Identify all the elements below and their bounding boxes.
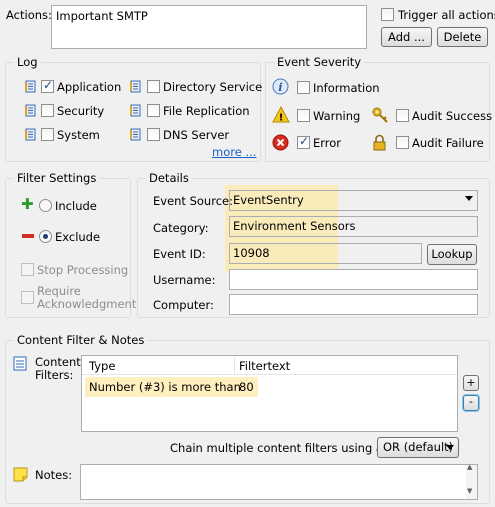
content-filters-label: Content Filters: bbox=[35, 355, 81, 382]
log-directory-service-checkbox[interactable] bbox=[147, 80, 160, 93]
log-file-replication-label: File Replication bbox=[163, 104, 250, 118]
severity-warning-label: Warning bbox=[313, 109, 361, 123]
lookup-button-label: Lookup bbox=[431, 247, 473, 261]
event-source-value: EventSentry bbox=[233, 193, 304, 207]
lookup-button[interactable]: Lookup bbox=[427, 244, 477, 265]
column-header-type[interactable]: Type bbox=[89, 359, 115, 373]
log-application-checkbox[interactable] bbox=[41, 78, 54, 93]
log-security-label: Security bbox=[57, 104, 105, 118]
log-application-label: Application bbox=[57, 80, 122, 94]
stop-processing-label: Stop Processing bbox=[37, 263, 129, 277]
log-file-replication-checkbox[interactable] bbox=[147, 104, 160, 117]
severity-error-label: Error bbox=[313, 136, 342, 150]
trigger-all-label: Trigger all actions bbox=[398, 8, 495, 22]
remove-filter-button[interactable]: - bbox=[463, 395, 479, 411]
log-file-icon bbox=[130, 80, 141, 93]
event-severity-title: Event Severity bbox=[274, 55, 365, 69]
key-icon bbox=[372, 107, 388, 123]
event-source-label: Event Source: bbox=[153, 194, 233, 208]
username-label: Username: bbox=[153, 273, 216, 287]
table-row[interactable]: Number (#3) is more than 80 bbox=[82, 377, 457, 397]
chain-logic-value: OR (default) bbox=[383, 440, 454, 454]
svg-text:!: ! bbox=[279, 113, 284, 124]
log-file-icon bbox=[130, 104, 141, 117]
severity-audit-failure-label: Audit Failure bbox=[412, 136, 484, 150]
list-icon bbox=[13, 356, 27, 371]
scroll-up-icon[interactable]: ▲ bbox=[467, 463, 472, 471]
filter-type-cell: Number (#3) is more than bbox=[89, 380, 241, 394]
log-file-icon bbox=[25, 80, 36, 93]
delete-action-button-label: Delete bbox=[443, 30, 482, 44]
username-field[interactable] bbox=[229, 269, 478, 290]
exclude-label: Exclude bbox=[55, 230, 101, 244]
severity-information-checkbox[interactable] bbox=[297, 81, 310, 94]
category-value: Environment Sensors bbox=[233, 219, 356, 233]
category-label: Category: bbox=[153, 221, 209, 235]
log-dns-server-checkbox[interactable] bbox=[147, 128, 160, 141]
add-action-button-label: Add ... bbox=[388, 30, 425, 44]
include-radio[interactable] bbox=[39, 199, 52, 212]
severity-warning-checkbox[interactable] bbox=[297, 109, 310, 122]
require-ack-checkbox[interactable] bbox=[21, 291, 34, 304]
log-file-icon bbox=[25, 104, 36, 117]
scroll-down-icon[interactable]: ▼ bbox=[467, 487, 472, 495]
details-title: Details bbox=[146, 171, 192, 185]
log-group-title: Log bbox=[14, 55, 41, 69]
column-header-filtertext[interactable]: Filtertext bbox=[239, 359, 290, 373]
info-icon: i bbox=[272, 78, 289, 95]
log-security-checkbox[interactable] bbox=[41, 104, 54, 117]
actions-label: Actions: bbox=[6, 8, 52, 22]
exclude-radio[interactable] bbox=[39, 230, 52, 243]
require-ack-label: Require Acknowledgment bbox=[37, 284, 137, 311]
event-id-label: Event ID: bbox=[153, 247, 206, 261]
category-field[interactable]: Environment Sensors bbox=[229, 216, 478, 237]
more-logs-link[interactable]: more ... bbox=[212, 145, 256, 159]
severity-error-checkbox[interactable] bbox=[297, 134, 310, 149]
chain-logic-combo[interactable]: OR (default) bbox=[377, 437, 459, 458]
minus-icon bbox=[22, 234, 34, 238]
error-icon bbox=[272, 134, 289, 151]
log-dns-server-label: DNS Server bbox=[163, 128, 230, 142]
severity-information-label: Information bbox=[313, 81, 380, 95]
svg-text:i: i bbox=[278, 81, 282, 94]
note-icon bbox=[13, 467, 28, 482]
add-filter-button-label: + bbox=[466, 376, 476, 389]
include-label: Include bbox=[55, 199, 97, 213]
add-action-button[interactable]: Add ... bbox=[381, 27, 432, 47]
notes-label: Notes: bbox=[35, 468, 73, 482]
plus-icon: ✚ bbox=[21, 195, 34, 213]
lock-icon bbox=[373, 134, 386, 151]
notes-scrollbar[interactable]: ▲ ▼ bbox=[466, 463, 477, 499]
table-header: Type Filtertext bbox=[82, 356, 457, 375]
filter-text-cell: 80 bbox=[239, 380, 254, 394]
computer-label: Computer: bbox=[153, 298, 214, 312]
delete-action-button[interactable]: Delete bbox=[437, 27, 488, 47]
remove-filter-button-label: - bbox=[469, 395, 473, 408]
severity-audit-success-checkbox[interactable] bbox=[396, 109, 409, 122]
content-filter-title: Content Filter & Notes bbox=[14, 333, 148, 347]
stop-processing-checkbox[interactable] bbox=[21, 263, 34, 276]
event-id-field[interactable]: 10908 bbox=[229, 243, 422, 264]
trigger-all-checkbox[interactable] bbox=[381, 8, 394, 21]
severity-audit-failure-checkbox[interactable] bbox=[396, 136, 409, 149]
computer-field[interactable] bbox=[229, 294, 478, 315]
event-source-combo[interactable]: EventSentry bbox=[229, 190, 478, 211]
notes-textarea[interactable] bbox=[80, 464, 478, 500]
filter-settings-title: Filter Settings bbox=[14, 171, 100, 185]
chevron-down-icon[interactable] bbox=[446, 445, 454, 450]
log-directory-service-label: Directory Service bbox=[163, 80, 263, 94]
content-filters-table[interactable]: Type Filtertext Number (#3) is more than… bbox=[81, 355, 458, 432]
event-id-value: 10908 bbox=[233, 246, 270, 260]
actions-list-item[interactable]: Important SMTP bbox=[56, 9, 362, 23]
warning-icon: ! bbox=[272, 106, 290, 123]
chevron-down-icon[interactable] bbox=[465, 196, 473, 201]
log-file-icon bbox=[25, 128, 36, 141]
log-file-icon bbox=[130, 128, 141, 141]
log-system-checkbox[interactable] bbox=[41, 128, 54, 141]
add-filter-button[interactable]: + bbox=[463, 375, 479, 391]
log-system-label: System bbox=[57, 128, 100, 142]
severity-audit-success-label: Audit Success bbox=[412, 109, 493, 123]
actions-list[interactable]: Important SMTP bbox=[51, 5, 367, 49]
